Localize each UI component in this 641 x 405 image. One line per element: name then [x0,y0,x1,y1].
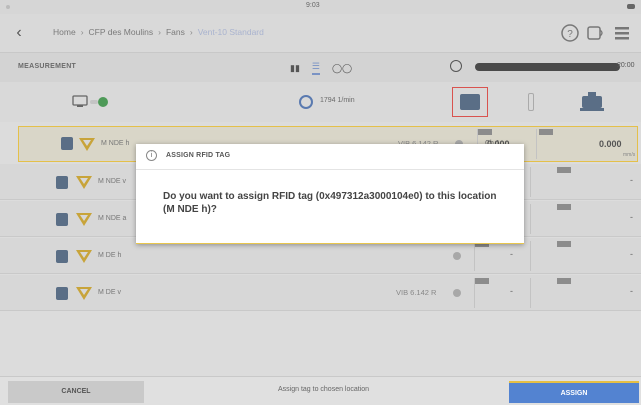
progress-time: 20:00 [617,62,635,69]
status-dot-icon [6,5,10,9]
column-divider [530,167,531,197]
dialog-title: ASSIGN RFID TAG [166,152,231,159]
sensor-icon [56,287,68,300]
action-hint: Assign tag to chosen location [278,386,370,393]
toolbar: 1794 1/min [0,82,641,122]
coupling-icon[interactable] [528,93,534,111]
measurement-value: - [630,249,633,259]
fan-icon[interactable] [578,91,606,113]
direction-icon [76,213,92,226]
measurement-badge [539,129,553,135]
sensor-icon [56,213,68,226]
location-name: M DE v [98,289,121,296]
assign-rfid-dialog: i ASSIGN RFID TAG Do you want to assign … [136,144,524,244]
sensor-label: VIB 6.142 R [396,288,437,297]
direction-icon [76,176,92,189]
view-list-icon[interactable]: ☰ [311,61,320,75]
bottom-action-bar: CANCEL Assign tag to chosen location ASS… [0,376,641,405]
location-name: M NDE h [101,140,130,147]
measurement-badge [478,129,492,135]
measurement-value: - [630,175,633,185]
unit-label: mm/s [623,152,636,158]
device-icon[interactable] [72,95,90,108]
chevron-left-icon: ‹ [16,24,22,41]
speed-icon [299,95,313,109]
motor-icon [460,94,480,110]
cancel-button[interactable]: CANCEL [8,381,144,403]
breadcrumb-item-home[interactable]: Home [53,27,76,37]
measurement-value: - [630,212,633,222]
location-name: M NDE v [98,178,126,185]
dialog-message: Do you want to assign RFID tag (0x497312… [163,191,497,215]
measurement-badge [557,278,571,284]
table-row[interactable]: M DE v VIB 6.142 R - - [0,275,641,311]
measurement-progress-bar [475,63,620,71]
status-time: 9:03 [306,2,320,9]
svg-text:?: ? [567,29,573,40]
connection-status-icon [90,97,108,107]
measurement-value: - [510,249,513,259]
measurement-badge [557,167,571,173]
help-icon[interactable]: ? [560,23,580,43]
column-divider [536,129,537,159]
location-name: M NDE a [98,215,127,222]
measurement-badge [557,204,571,210]
measurement-badge [557,241,571,247]
column-divider [530,241,531,271]
measurement-bar: MEASUREMENT ▮▮ ☰ ◯◯ 20:00 [0,52,641,82]
breadcrumb-separator: › [80,27,84,37]
sensor-icon [56,250,68,263]
status-dot-icon [453,289,461,297]
column-divider [530,204,531,234]
breadcrumb-item-site[interactable]: CFP des Moulins [89,27,154,37]
measurement-value: - [510,286,513,296]
speed-value: 1794 1/min [320,97,355,104]
app-bar: ‹ Home › CFP des Moulins › Fans › Vent-10 Stan… [0,14,641,52]
direction-icon [76,250,92,263]
breadcrumb-separator: › [189,27,193,37]
battery-icon [627,4,635,9]
location-name: M DE h [98,252,122,259]
sensor-icon [61,137,73,150]
breadcrumb: Home › CFP des Moulins › Fans › Vent-10 Standa… [53,27,264,37]
measurement-value: 0.000 [599,139,622,149]
breadcrumb-item-current: Vent-10 Standard [197,27,264,37]
dialog-header: i ASSIGN RFID TAG [136,144,524,170]
measurement-value: - [630,286,633,296]
status-dot-icon [453,252,461,260]
column-divider [530,278,531,308]
status-bar: 9:03 [0,0,641,14]
info-icon: i [146,150,157,161]
clock-icon [450,60,462,72]
back-button[interactable]: ‹ [10,23,28,43]
measurement-title: MEASUREMENT [18,63,77,70]
view-tile-icon[interactable]: ▮▮ [290,63,300,74]
breadcrumb-separator: › [158,27,161,37]
measurement-badge [475,278,489,284]
menu-icon[interactable] [612,23,632,43]
view-glasses-icon[interactable]: ◯◯ [332,63,352,74]
assign-button[interactable]: ASSIGN [509,381,639,403]
sensor-icon [56,176,68,189]
direction-icon [79,138,95,151]
view-switcher: ▮▮ ☰ ◯◯ [290,61,352,75]
breadcrumb-item-group[interactable]: Fans [166,27,185,37]
rfid-tag-icon[interactable] [585,23,605,43]
motor-selector[interactable] [452,87,488,117]
direction-icon [76,287,92,300]
